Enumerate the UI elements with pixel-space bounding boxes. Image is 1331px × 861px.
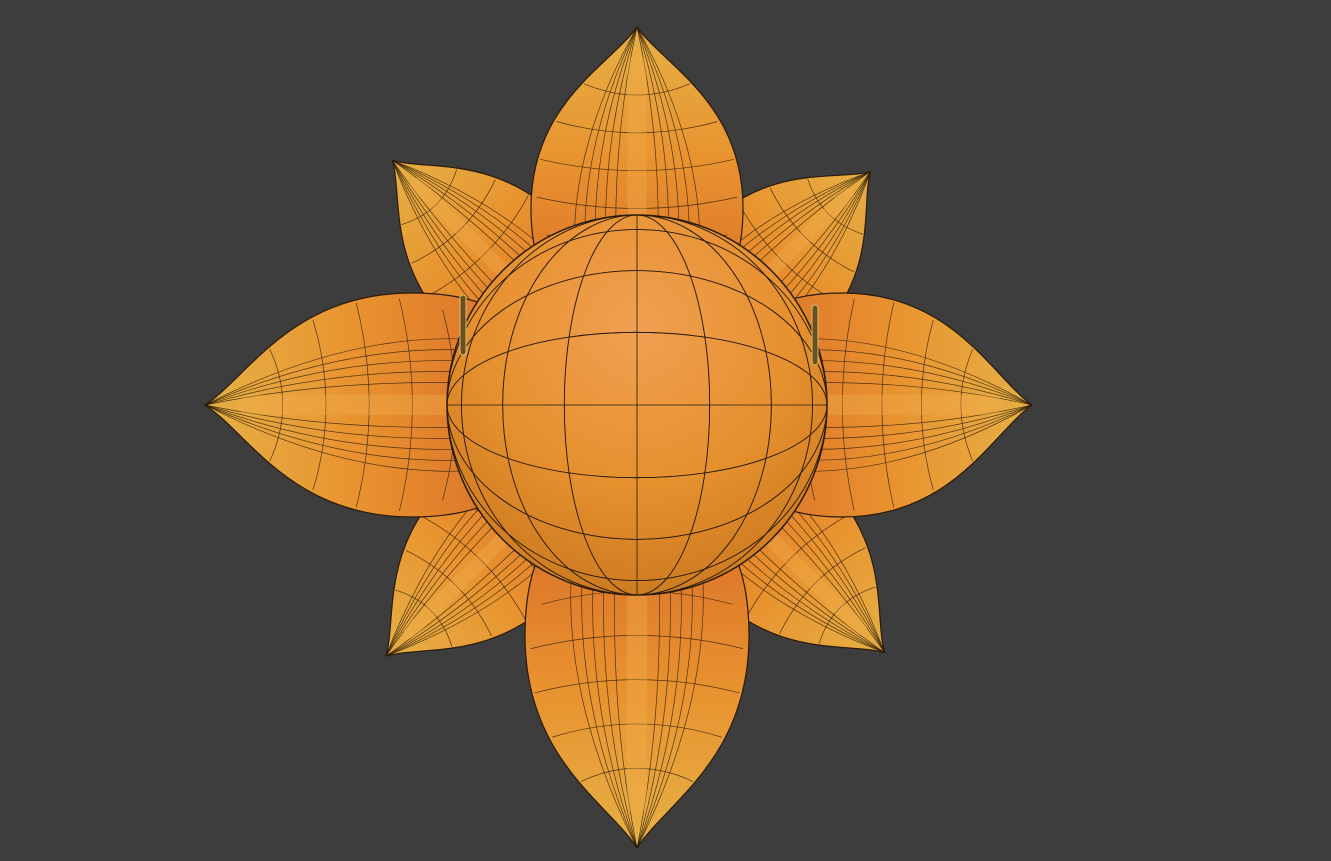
center-sphere bbox=[446, 214, 828, 596]
left-clip bbox=[459, 294, 467, 356]
right-clip bbox=[811, 304, 819, 366]
flower-model[interactable] bbox=[0, 0, 1331, 861]
3d-viewport[interactable] bbox=[0, 0, 1331, 861]
